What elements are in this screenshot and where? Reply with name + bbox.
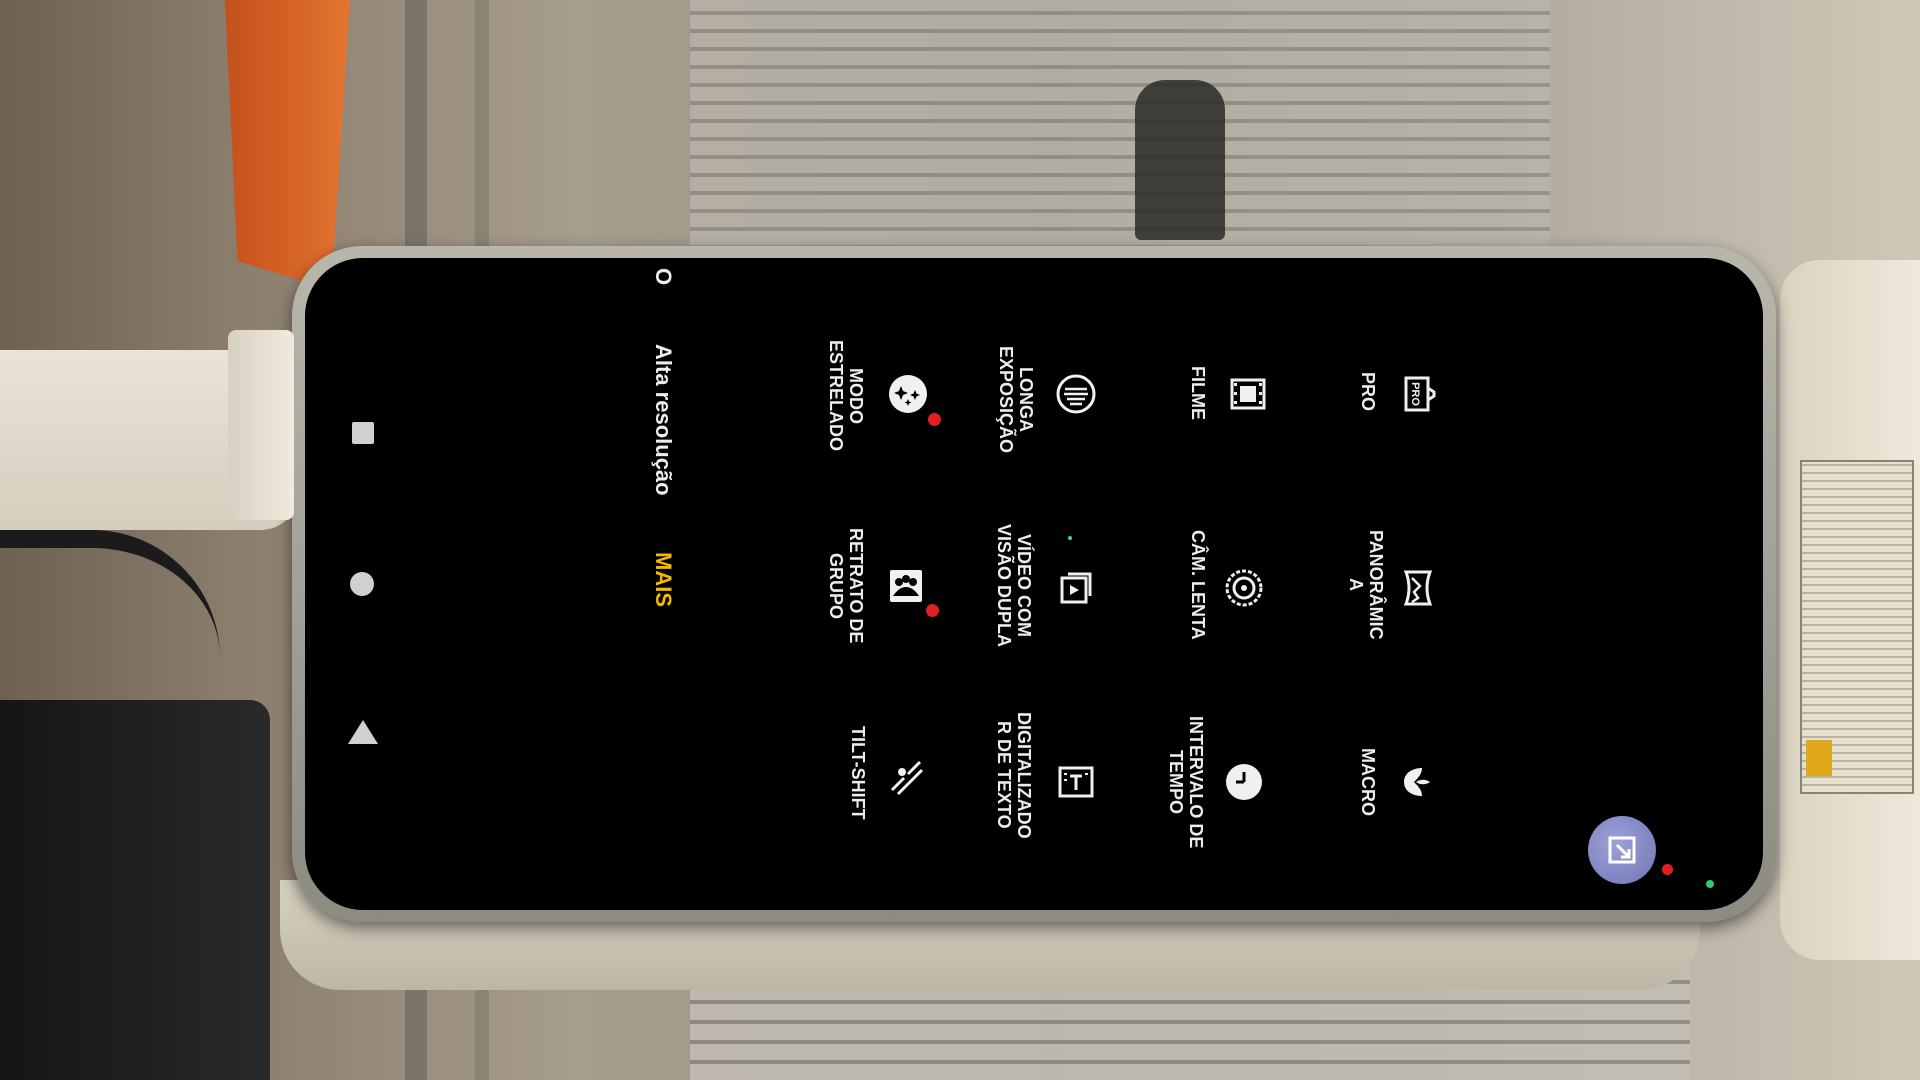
mode-label-tilt-shift: TILT-SHIFT bbox=[848, 726, 868, 820]
background-person-reflection bbox=[1135, 80, 1225, 240]
pro-icon: PRO bbox=[1396, 372, 1440, 416]
mode-label-dual-view-video: VÍDEO COM VISÃO DUPLA bbox=[994, 524, 1034, 648]
long-exposure-icon bbox=[1054, 372, 1098, 416]
mode-label-film: FILME bbox=[1188, 366, 1208, 420]
mode-label-starry-mode: MODO ESTRELADO bbox=[826, 340, 866, 452]
back-icon[interactable] bbox=[348, 720, 378, 744]
mode-label-group-portrait: RETRATO DE GRUPO bbox=[826, 528, 866, 644]
text-scanner-icon bbox=[1054, 760, 1098, 804]
mode-label-long-exposure: LONGA EXPOSIÇÃO bbox=[996, 346, 1036, 454]
background-shelf-top bbox=[690, 0, 1550, 245]
film-icon bbox=[1226, 372, 1270, 416]
panorama-icon bbox=[1396, 566, 1440, 610]
recording-dot bbox=[1662, 864, 1673, 875]
recent-apps-icon[interactable] bbox=[352, 422, 374, 444]
status-dot bbox=[1068, 536, 1072, 540]
group-portrait-icon bbox=[884, 564, 928, 608]
time-lapse-icon bbox=[1222, 760, 1266, 804]
mode-label-macro: MACRO bbox=[1358, 748, 1378, 816]
tilt-shift-icon bbox=[884, 754, 928, 798]
mode-label-pro: PRO bbox=[1358, 372, 1378, 412]
mode-label-time-lapse: INTERVALO DE TEMPO bbox=[1166, 716, 1206, 849]
floating-capture-button[interactable] bbox=[1588, 816, 1656, 884]
macro-flower-icon bbox=[1396, 760, 1440, 804]
phone-clamp bbox=[228, 330, 294, 520]
mode-tab-high-resolution[interactable]: Alta resolução bbox=[651, 344, 676, 496]
expand-window-icon bbox=[1608, 836, 1636, 864]
warning-sticker bbox=[1806, 740, 1832, 776]
home-icon[interactable] bbox=[350, 572, 374, 596]
privacy-indicator-dot bbox=[1706, 880, 1714, 888]
mode-label-text-scanner: DIGITALIZADO R DE TEXTO bbox=[994, 712, 1034, 839]
mode-label-panorama: PANORÂMIC A bbox=[1346, 530, 1386, 640]
background-dark-box bbox=[0, 700, 270, 1080]
mode-label-slow-motion: CÂM. LENTA bbox=[1188, 530, 1208, 640]
new-badge bbox=[928, 413, 941, 426]
svg-text:PRO: PRO bbox=[1409, 382, 1421, 406]
background-orange-bag bbox=[225, 0, 350, 290]
new-badge bbox=[926, 604, 939, 617]
mode-tab-more[interactable]: MAIS bbox=[651, 552, 676, 607]
slow-motion-icon bbox=[1222, 566, 1266, 610]
mode-tab-partial[interactable]: O bbox=[651, 268, 676, 285]
starry-mode-icon bbox=[886, 372, 930, 416]
background-cable bbox=[0, 530, 220, 658]
dual-view-video-icon bbox=[1054, 566, 1098, 610]
